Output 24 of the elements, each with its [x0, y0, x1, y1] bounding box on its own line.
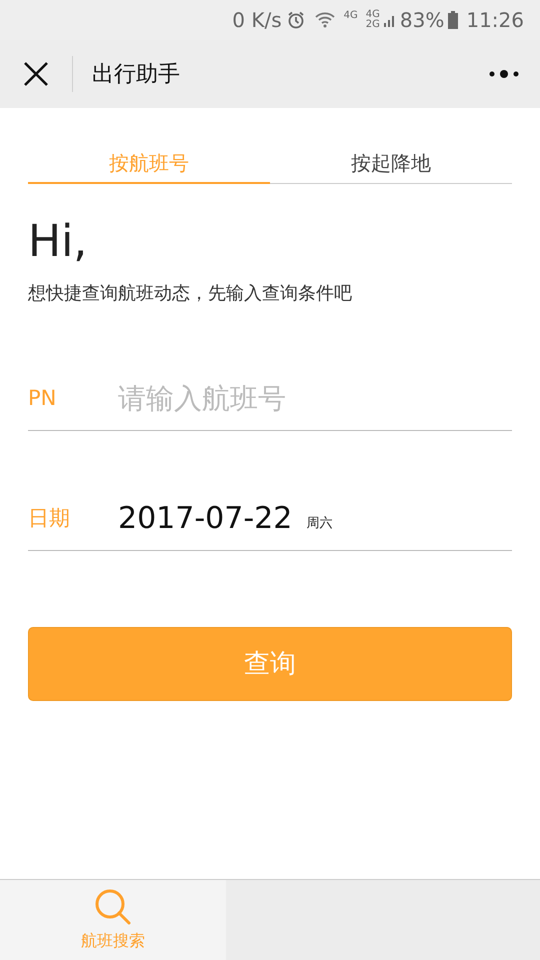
greeting: Hi, — [28, 215, 88, 269]
network-label: 2G — [366, 20, 380, 30]
field-label: 日期 — [28, 504, 71, 532]
battery-icon — [448, 11, 458, 29]
network-label: 4G — [366, 10, 380, 20]
flight-number-field[interactable]: 请输入航班号 — [118, 374, 512, 424]
tab[interactable]: 按航班号 — [28, 144, 270, 184]
tab[interactable]: 按起降地 — [270, 144, 512, 184]
page-title: 出行助手 — [92, 60, 180, 88]
battery-percent: 83% — [400, 7, 444, 34]
clock-time: 11:26 — [466, 7, 524, 34]
bottom-tab[interactable]: 航班搜索 — [0, 880, 226, 960]
network-label: 4G — [344, 9, 358, 23]
date-value[interactable]: 2017-07-22 — [118, 496, 292, 541]
alarm-icon — [286, 10, 306, 30]
close-icon — [23, 61, 49, 87]
wifi-icon — [314, 10, 336, 30]
weekday: 周六 — [306, 514, 332, 533]
subtitle: 想快捷查询航班动态，先输入查询条件吧 — [28, 282, 353, 306]
more-icon — [489, 69, 519, 79]
network-speed: 0 K/s — [232, 7, 282, 34]
search-icon — [93, 887, 133, 927]
search-submit-button[interactable]: 查询 — [28, 627, 512, 701]
field-label: PN — [28, 384, 58, 412]
